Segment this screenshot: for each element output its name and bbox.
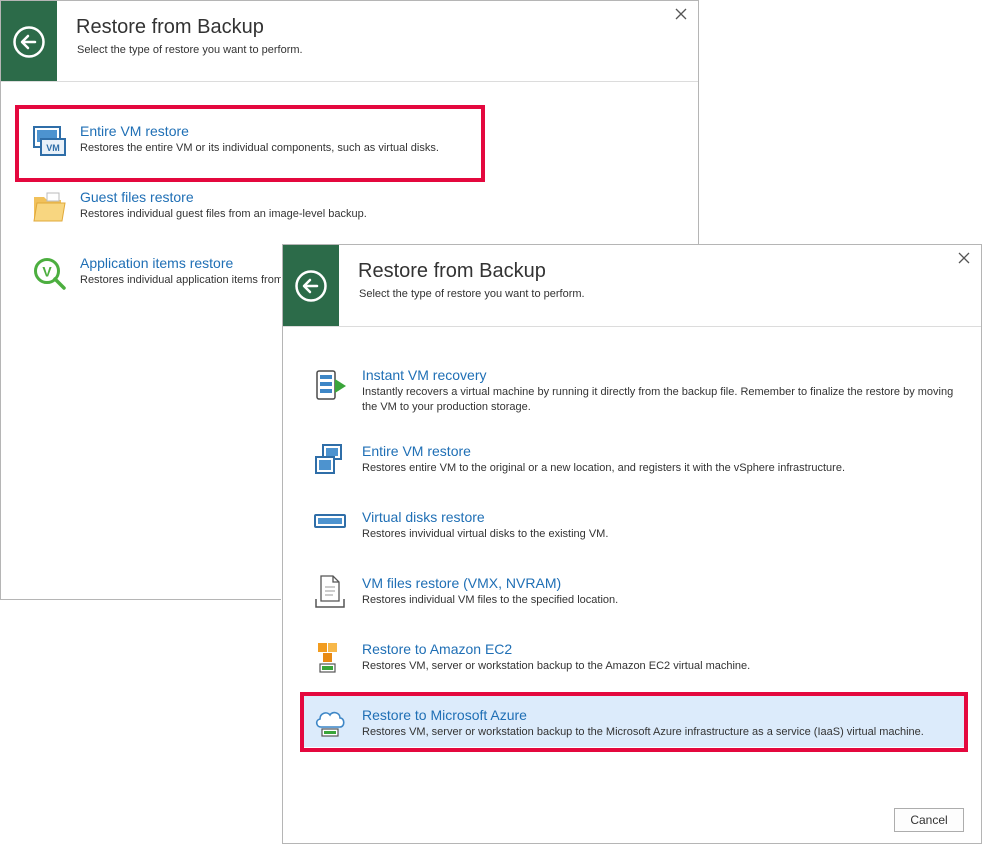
option-title: Guest files restore — [80, 189, 194, 205]
highlight-box-azure — [300, 692, 968, 752]
header-divider — [1, 81, 698, 82]
option-title: VM files restore (VMX, NVRAM) — [362, 575, 562, 591]
back-arrow-icon[interactable] — [294, 269, 328, 303]
disk-icon — [314, 514, 346, 528]
option-title: Entire VM restore — [362, 443, 471, 459]
dialog-header-band — [1, 1, 57, 81]
close-icon[interactable] — [674, 7, 688, 21]
dialog-header-band — [283, 245, 339, 326]
veeam-explorer-icon: V — [34, 258, 66, 290]
option-description: Instantly recovers a virtual machine by … — [362, 386, 954, 413]
database-play-icon — [316, 370, 346, 400]
front-restore-dialog: Restore from Backup Select the type of r… — [282, 244, 982, 844]
option-description: Restores individual application items fr… — [80, 274, 283, 286]
option-title: Instant VM recovery — [362, 367, 487, 383]
option-vm-files-restore[interactable]: VM files restore (VMX, NVRAM) Restores i… — [297, 575, 967, 625]
close-icon[interactable] — [957, 251, 971, 265]
back-arrow-icon[interactable] — [12, 25, 46, 59]
vm-copy-icon — [315, 444, 342, 474]
header-divider — [283, 326, 981, 327]
option-virtual-disks-restore[interactable]: Virtual disks restore Restores invividua… — [297, 509, 967, 559]
option-description: Restores individual guest files from an … — [80, 208, 367, 220]
option-description: Restores individual VM files to the spec… — [362, 594, 619, 606]
option-description: Restores invividual virtual disks to the… — [362, 528, 609, 540]
option-guest-files-restore[interactable]: Guest files restore Restores individual … — [15, 189, 684, 239]
option-title: Virtual disks restore — [362, 509, 485, 525]
option-entire-vm-restore[interactable]: Entire VM restore Restores entire VM to … — [297, 443, 967, 493]
option-instant-vm-recovery[interactable]: Instant VM recovery Instantly recovers a… — [297, 367, 967, 429]
dialog-subtitle: Select the type of restore you want to p… — [77, 44, 303, 56]
document-icon — [315, 575, 345, 608]
option-description: Restores entire VM to the original or a … — [362, 462, 846, 474]
dialog-title: Restore from Backup — [358, 260, 546, 282]
option-description: Restores VM, server or workstation backu… — [362, 660, 751, 672]
dialog-subtitle: Select the type of restore you want to p… — [359, 288, 585, 300]
option-title: Application items restore — [80, 255, 234, 271]
highlight-box-entire-vm — [15, 105, 485, 182]
option-title: Restore to Amazon EC2 — [362, 641, 513, 657]
cancel-button[interactable]: Cancel — [894, 808, 964, 832]
dialog-title: Restore from Backup — [76, 16, 264, 38]
option-restore-to-amazon-ec2[interactable]: Restore to Amazon EC2 Restores VM, serve… — [297, 641, 967, 691]
svg-text:V: V — [42, 264, 52, 280]
folder-icon — [33, 192, 66, 222]
amazon-ec2-icon — [318, 643, 337, 673]
